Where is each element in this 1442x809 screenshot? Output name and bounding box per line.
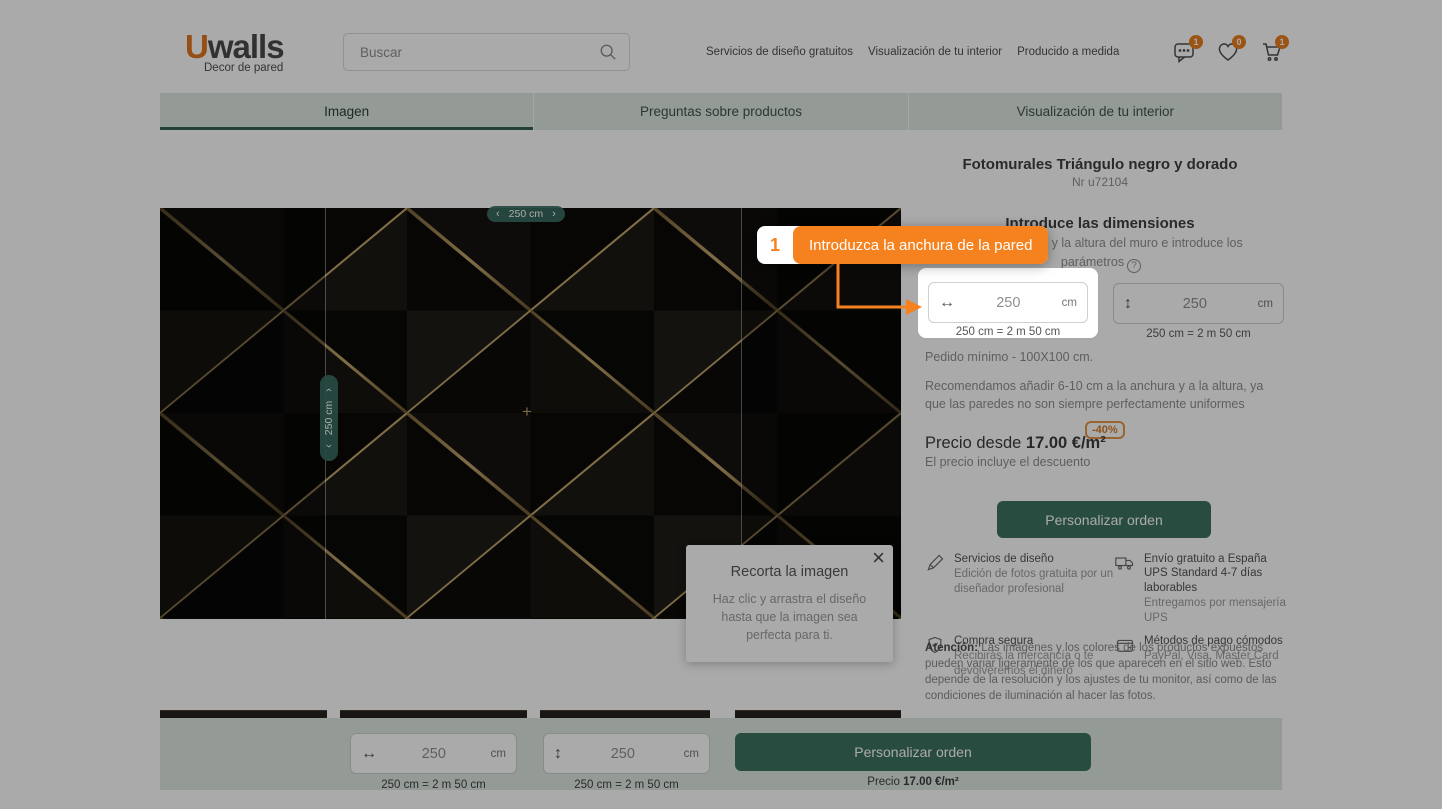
width-input[interactable] <box>955 295 1062 311</box>
width-input-group: ↔ cm <box>928 282 1088 323</box>
width-conversion: 250 cm = 2 m 50 cm <box>918 326 1098 338</box>
tour-step-number: 1 <box>757 226 793 264</box>
width-input-spotlight: ↔ cm 250 cm = 2 m 50 cm <box>918 268 1098 338</box>
tour-dim-overlay <box>0 0 1442 809</box>
width-arrow-icon: ↔ <box>939 294 955 312</box>
tour-tooltip: 1 Introduzca la anchura de la pared <box>757 226 1048 264</box>
tour-step-label: Introduzca la anchura de la pared <box>793 226 1048 264</box>
page: Uwalls Decor de pared Servicios de diseñ… <box>0 0 1442 809</box>
width-unit: cm <box>1062 297 1077 309</box>
tour-arrow-connector <box>830 263 930 318</box>
